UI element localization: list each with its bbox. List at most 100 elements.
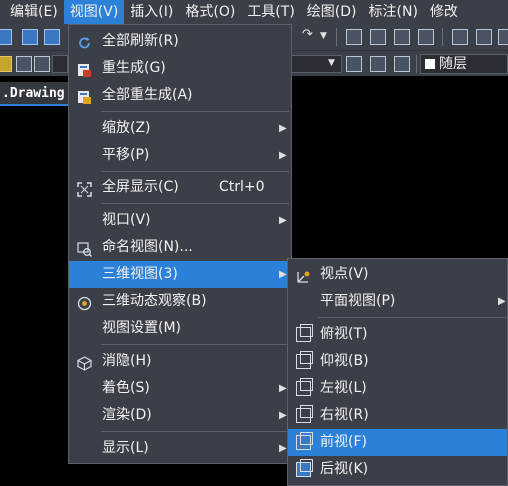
toolbar-divider xyxy=(336,28,337,46)
menu-item-viewports[interactable]: 视口(V) ▶ xyxy=(69,207,291,234)
named-view-icon xyxy=(77,240,93,258)
menu-item-label: 缩放(Z) xyxy=(102,120,151,136)
refresh-icon xyxy=(77,34,92,49)
chevron-right-icon: ▶ xyxy=(279,215,287,226)
menu-item-regen[interactable]: 重生成(G) xyxy=(69,55,291,82)
menu-item-label: 全部重生成(A) xyxy=(102,87,193,103)
color-control-combo[interactable]: 随层 xyxy=(420,54,508,74)
menu-item-label: 渲染(D) xyxy=(102,407,152,423)
menu-item-label: 仰视(B) xyxy=(320,353,369,369)
tool-palette-icon[interactable] xyxy=(498,29,508,45)
menu-format[interactable]: 格式(O) xyxy=(179,0,241,24)
layer-states-icon[interactable] xyxy=(394,56,410,72)
menu-item-label: 命名视图(N)... xyxy=(102,239,193,255)
design-center-icon[interactable] xyxy=(476,29,492,45)
orbit-icon xyxy=(77,294,92,311)
menu-item-label: 视口(V) xyxy=(102,212,151,228)
color-control-value: 随层 xyxy=(439,56,467,72)
layer-on-icon[interactable] xyxy=(0,56,12,72)
view-menu: 全部刷新(R) 重生成(G) 全部重生成(A) 缩放(Z) ▶ 平移(P) ▶ … xyxy=(68,24,292,464)
menu-draw[interactable]: 绘图(D) xyxy=(301,0,363,24)
menu-item-label: 显示(L) xyxy=(102,440,149,456)
menu-edit[interactable]: 编辑(E) xyxy=(0,0,64,24)
menu-item-zoom[interactable]: 缩放(Z) ▶ xyxy=(69,115,291,142)
back-view-icon xyxy=(296,459,313,477)
menu-item-regen-all[interactable]: 全部重生成(A) xyxy=(69,82,291,109)
menu-view[interactable]: 视图(V) xyxy=(63,0,125,24)
zoom-previous-icon[interactable] xyxy=(418,29,434,45)
color-swatch xyxy=(425,59,435,69)
properties-icon[interactable] xyxy=(452,29,468,45)
top-view-icon xyxy=(296,324,313,342)
menu-item-shortcut: Ctrl+0 xyxy=(219,179,265,195)
menu-separator xyxy=(101,111,289,112)
regen-icon xyxy=(77,61,92,77)
chevron-down-icon[interactable]: ▼ xyxy=(328,58,335,68)
layer-color-swatch[interactable] xyxy=(52,55,68,73)
menu-insert[interactable]: 插入(I) xyxy=(124,0,179,24)
menu-item-left-view[interactable]: 左视(L) xyxy=(288,375,507,402)
viewpoint-icon xyxy=(296,267,311,283)
chevron-right-icon: ▶ xyxy=(279,383,287,394)
chevron-right-icon: ▶ xyxy=(498,296,506,307)
menu-modify[interactable]: 修改 xyxy=(424,0,464,24)
make-layer-current-icon[interactable] xyxy=(346,56,362,72)
menu-item-fullscreen[interactable]: 全屏显示(C) Ctrl+0 xyxy=(69,174,291,201)
copy-icon[interactable] xyxy=(44,29,60,45)
zoom-window-icon[interactable] xyxy=(394,29,410,45)
save-as-icon[interactable] xyxy=(22,29,38,45)
menu-item-named-views[interactable]: 命名视图(N)... xyxy=(69,234,291,261)
menu-item-pan[interactable]: 平移(P) ▶ xyxy=(69,142,291,169)
save-icon[interactable] xyxy=(0,29,12,45)
menu-tools[interactable]: 工具(T) xyxy=(241,0,300,24)
menu-item-3d-views[interactable]: 三维视图(3) ▶ xyxy=(69,261,291,288)
drawing-tab[interactable]: .Drawing xyxy=(0,82,72,106)
menu-item-label: 消隐(H) xyxy=(102,353,152,369)
menu-separator xyxy=(101,171,289,172)
bottom-view-icon xyxy=(296,351,313,369)
zoom-realtime-icon[interactable] xyxy=(370,29,386,45)
menu-item-redraw-all[interactable]: 全部刷新(R) xyxy=(69,28,291,55)
menu-item-view-settings[interactable]: 视图设置(M) xyxy=(69,315,291,342)
menu-item-label: 重生成(G) xyxy=(102,60,166,76)
menu-item-label: 视图设置(M) xyxy=(102,320,182,336)
redo-icon[interactable]: ↷ xyxy=(302,27,313,42)
3d-views-submenu: 视点(V) 平面视图(P) ▶ 俯视(T) 仰视(B) 左视(L) 右视(R) … xyxy=(287,258,508,486)
menu-item-right-view[interactable]: 右视(R) xyxy=(288,402,507,429)
menu-item-label: 平面视图(P) xyxy=(320,293,396,309)
toolbar-divider xyxy=(442,28,443,46)
layer-freeze-icon[interactable] xyxy=(16,56,32,72)
menu-separator xyxy=(318,317,506,318)
menu-item-top-view[interactable]: 俯视(T) xyxy=(288,321,507,348)
menu-item-bottom-view[interactable]: 仰视(B) xyxy=(288,348,507,375)
menu-item-label: 全部刷新(R) xyxy=(102,33,179,49)
menu-item-3d-orbit[interactable]: 三维动态观察(B) xyxy=(69,288,291,315)
fullscreen-icon xyxy=(77,180,92,197)
menu-item-label: 前视(F) xyxy=(320,434,367,450)
menu-item-display[interactable]: 显示(L) ▶ xyxy=(69,435,291,462)
right-view-icon xyxy=(296,405,313,423)
menu-item-label: 左视(L) xyxy=(320,380,367,396)
layer-previous-icon[interactable] xyxy=(370,56,386,72)
pan-icon[interactable] xyxy=(346,29,362,45)
menu-item-label: 着色(S) xyxy=(102,380,150,396)
layer-lock-icon[interactable] xyxy=(34,56,50,72)
menu-item-label: 俯视(T) xyxy=(320,326,368,342)
menu-separator xyxy=(101,431,289,432)
menu-item-render[interactable]: 渲染(D) ▶ xyxy=(69,402,291,429)
menu-item-plan-view[interactable]: 平面视图(P) ▶ xyxy=(288,288,507,315)
menu-item-label: 后视(K) xyxy=(320,461,369,477)
front-view-icon xyxy=(296,432,313,450)
menu-item-shade[interactable]: 着色(S) ▶ xyxy=(69,375,291,402)
menu-item-back-view[interactable]: 后视(K) xyxy=(288,456,507,483)
chevron-right-icon: ▶ xyxy=(279,443,287,454)
menu-item-front-view[interactable]: 前视(F) xyxy=(288,429,507,456)
menu-item-label: 平移(P) xyxy=(102,147,150,163)
menu-item-viewpoint[interactable]: 视点(V) xyxy=(288,261,507,288)
menu-item-label: 全屏显示(C) xyxy=(102,179,179,195)
menu-item-hide[interactable]: 消隐(H) xyxy=(69,348,291,375)
menu-separator xyxy=(101,344,289,345)
menu-dimension[interactable]: 标注(N) xyxy=(363,0,424,24)
chevron-down-icon[interactable]: ▼ xyxy=(320,31,327,41)
hide-icon xyxy=(77,354,92,371)
